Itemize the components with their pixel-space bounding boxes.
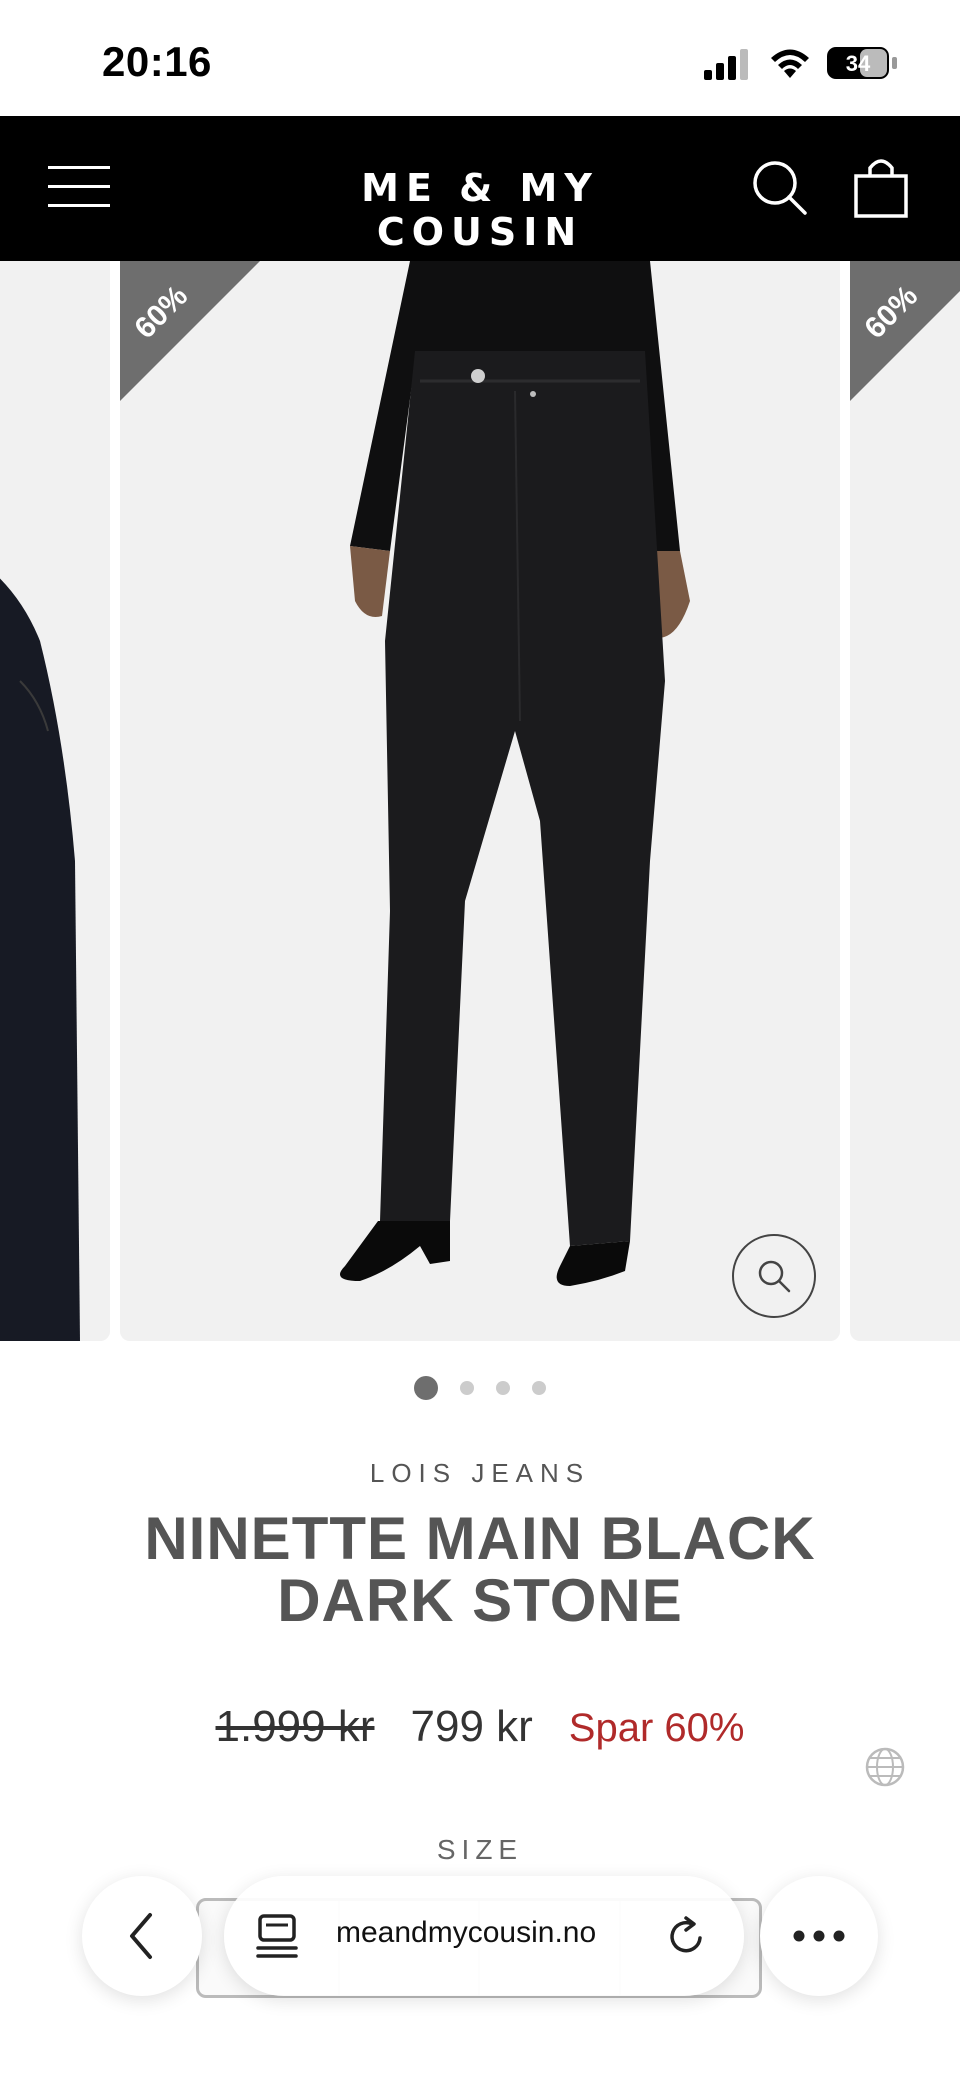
size-label: SIZE	[436, 1834, 524, 1865]
zoom-button[interactable]	[732, 1234, 816, 1318]
zoom-icon	[758, 1260, 791, 1293]
browser-toolbar: meandmycousin.no	[0, 1876, 960, 2006]
search-icon[interactable]	[750, 158, 808, 216]
pagination-dot-2[interactable]	[460, 1381, 474, 1395]
address-bar[interactable]: meandmycousin.no	[224, 1876, 744, 1996]
gallery-slide-next[interactable]: 60%	[850, 261, 960, 1341]
product-title: NINETTE MAIN BLACK DARK STONE	[60, 1508, 900, 1632]
pagination-dot-1[interactable]	[414, 1376, 438, 1400]
sale-price: 799 kr	[410, 1702, 533, 1751]
product-title-line1: NINETTE MAIN BLACK	[144, 1505, 816, 1572]
status-time: 20:16	[102, 38, 212, 85]
product-brand[interactable]: LOIS JEANS	[0, 1458, 960, 1489]
gallery-slide-active[interactable]: 60%	[120, 261, 840, 1341]
menu-icon[interactable]	[48, 164, 110, 210]
pagination-dot-3[interactable]	[496, 1381, 510, 1395]
url-text[interactable]: meandmycousin.no	[336, 1916, 596, 1950]
savings-label: Spar 60%	[568, 1706, 745, 1750]
shopping-bag-icon[interactable]	[852, 156, 910, 218]
more-options-button[interactable]	[760, 1876, 878, 1996]
status-bar: 20:16 34	[0, 0, 960, 116]
wifi-icon	[771, 49, 809, 78]
gallery-slide-previous[interactable]	[0, 261, 110, 1341]
brand-logo[interactable]: ME & MY COUSIN	[250, 166, 710, 254]
product-title-line2: DARK STONE	[277, 1567, 683, 1634]
reload-icon[interactable]	[664, 1912, 710, 1960]
product-gallery[interactable]: 60% 60%	[0, 261, 960, 1341]
battery-level: 34	[846, 51, 871, 76]
jeans-image-previous	[0, 261, 110, 1341]
discount-ribbon: 60%	[120, 261, 260, 401]
page-menu-icon[interactable]	[254, 1912, 300, 1960]
price-row: 1.999 kr 799 kr Spar 60%	[0, 1702, 960, 1752]
chevron-left-icon	[130, 1913, 152, 1959]
original-price: 1.999 kr	[215, 1702, 375, 1751]
site-header: ME & MY COUSIN	[0, 116, 960, 261]
battery-icon: 34	[827, 47, 897, 79]
ellipsis-icon	[793, 1930, 845, 1942]
cellular-signal-icon	[704, 49, 748, 80]
globe-icon[interactable]	[864, 1746, 906, 1788]
pagination-dot-4[interactable]	[532, 1381, 546, 1395]
jeans-product-image	[120, 261, 840, 1341]
discount-ribbon-next: 60%	[850, 261, 960, 401]
gallery-pagination	[0, 1376, 960, 1400]
back-button[interactable]	[82, 1876, 202, 1996]
